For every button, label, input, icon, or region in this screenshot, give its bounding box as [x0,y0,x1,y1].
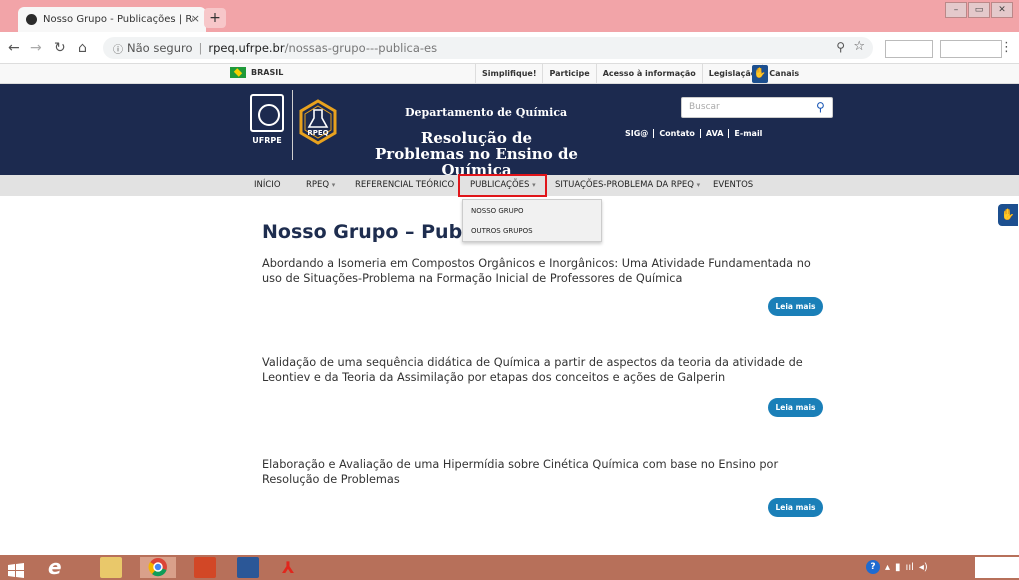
clock-area[interactable] [975,557,1019,578]
maximize-button[interactable]: ▭ [968,2,990,18]
publicacoes-highlight-box [458,174,547,197]
url-path: /nossas-grupo---publica-es [284,41,438,55]
zoom-icon[interactable]: ⚲ [836,40,845,54]
address-bar-row: ← → ↻ ⌂ ⓘ Não seguro | rpeq.ufrpe.br /no… [0,32,1019,64]
post-title[interactable]: Validação de uma sequência didática de Q… [262,355,832,385]
gov-link-acesso[interactable]: Acesso à informação [595,64,702,84]
read-more-button[interactable]: Leia mais [768,398,823,417]
search-input[interactable]: Buscar ⚲ [681,97,833,118]
header-link-sig[interactable]: SIG@ [620,129,653,138]
bookmark-star-icon[interactable]: ☆ [853,39,865,54]
nav-rpeq-label: RPEQ [306,180,330,190]
os-taskbar: e ⅄ ? ▴ ▮ ııl ◂) [0,555,1019,580]
chevron-down-icon: ▾ [696,181,701,189]
department-name: Departamento de Química [405,106,568,119]
ufrpe-label: UFRPE [252,136,282,145]
system-tray: ? ▴ ▮ ııl ◂) [866,560,928,574]
forward-arrow-icon[interactable]: → [30,40,42,56]
info-icon[interactable]: ⓘ [113,41,123,56]
back-arrow-icon[interactable]: ← [8,40,20,56]
site-title[interactable]: Resolução de Problemas no Ensino de Quím… [374,130,579,178]
chrome-icon [148,558,167,577]
nav-eventos[interactable]: EVENTOS [713,180,753,190]
url-host: rpeq.ufrpe.br [208,41,285,55]
publicacoes-dropdown: NOSSO GRUPO OUTROS GRUPOS [462,199,602,242]
word-icon[interactable] [237,557,259,578]
tray-arrow-icon[interactable]: ▴ [885,562,890,573]
rpeq-logo-label: RPEQ [307,129,328,137]
url-input[interactable]: ⓘ Não seguro | rpeq.ufrpe.br /nossas-gru… [103,37,873,59]
nav-situacoes-label: SITUAÇÕES-PROBLEMA DA RPEQ [555,180,694,190]
header-link-contato[interactable]: Contato [653,129,700,138]
page-title: Nosso Grupo – Publicações [262,221,462,243]
home-icon[interactable]: ⌂ [78,40,87,56]
header-link-ava[interactable]: AVA [699,129,729,138]
rpeq-logo[interactable]: RPEQ [298,99,338,145]
site-favicon-icon [26,14,37,25]
read-more-button[interactable]: Leia mais [768,498,823,517]
extension-box[interactable] [940,40,1002,58]
browser-tab[interactable]: Nosso Grupo - Publicações | Res × [18,7,206,32]
nav-inicio[interactable]: INÍCIO [254,180,281,190]
internet-explorer-icon[interactable]: e [48,557,62,578]
new-tab-button[interactable]: + [204,8,226,28]
url-separator: | [198,41,203,55]
reload-icon[interactable]: ↻ [54,40,66,56]
security-label: Não seguro [127,41,193,55]
gov-bar: BRASIL Simplifique! Participe Acesso à i… [0,64,1019,84]
chevron-down-icon: ▾ [331,181,336,189]
site-header: UFRPE RPEQ Departamento de Química Resol… [0,84,1019,178]
accessibility-hand-icon[interactable]: ✋ [752,65,768,83]
close-window-button[interactable]: ✕ [991,2,1013,18]
chrome-taskbar-button[interactable] [140,557,176,578]
nav-situacoes[interactable]: SITUAÇÕES-PROBLEMA DA RPEQ ▾ [555,180,700,190]
search-placeholder: Buscar [689,102,720,112]
brazil-flag-icon [230,67,246,78]
signal-icon[interactable]: ııl [906,562,914,573]
windows-start-icon[interactable] [8,560,24,580]
search-icon[interactable]: ⚲ [816,100,828,114]
browser-titlebar: Nosso Grupo - Publicações | Res × + – ▭ … [0,0,1019,32]
tab-close-icon[interactable]: × [191,12,200,25]
tab-title: Nosso Grupo - Publicações | Res [43,14,193,25]
accessibility-float-icon[interactable]: ✋ [998,204,1018,226]
acrobat-icon[interactable]: ⅄ [282,557,302,578]
network-icon[interactable]: ▮ [895,562,901,573]
gov-link-participe[interactable]: Participe [542,64,595,84]
header-link-email[interactable]: E-mail [728,129,767,138]
brasil-label: BRASIL [251,68,284,77]
gov-link-canais[interactable]: Canais [762,64,805,84]
read-more-button[interactable]: Leia mais [768,297,823,316]
window-controls: – ▭ ✕ [945,2,1013,18]
minimize-button[interactable]: – [945,2,967,18]
nav-rpeq[interactable]: RPEQ ▾ [306,180,335,190]
office-icon[interactable] [194,557,216,578]
volume-icon[interactable]: ◂) [919,562,928,573]
extension-box[interactable] [885,40,933,58]
post-title[interactable]: Elaboração e Avaliação de uma Hipermídia… [262,457,832,487]
dropdown-item-outros-grupos[interactable]: OUTROS GRUPOS [471,227,533,235]
post-title[interactable]: Abordando a Isomeria em Compostos Orgâni… [262,256,832,286]
browser-menu-icon[interactable]: ⋮ [1000,40,1013,55]
logo-divider [292,90,293,160]
ufrpe-seal-icon [250,94,284,132]
ufrpe-logo[interactable]: UFRPE [248,94,286,152]
header-links: SIG@ Contato AVA E-mail [620,129,767,138]
nav-referencial[interactable]: REFERENCIAL TEÓRICO [355,180,454,190]
file-explorer-icon[interactable] [100,557,122,578]
dropdown-item-nosso-grupo[interactable]: NOSSO GRUPO [471,207,524,215]
help-icon[interactable]: ? [866,560,880,574]
brasil-link[interactable]: BRASIL [230,67,283,78]
gov-link-simplifique[interactable]: Simplifique! [475,64,542,84]
